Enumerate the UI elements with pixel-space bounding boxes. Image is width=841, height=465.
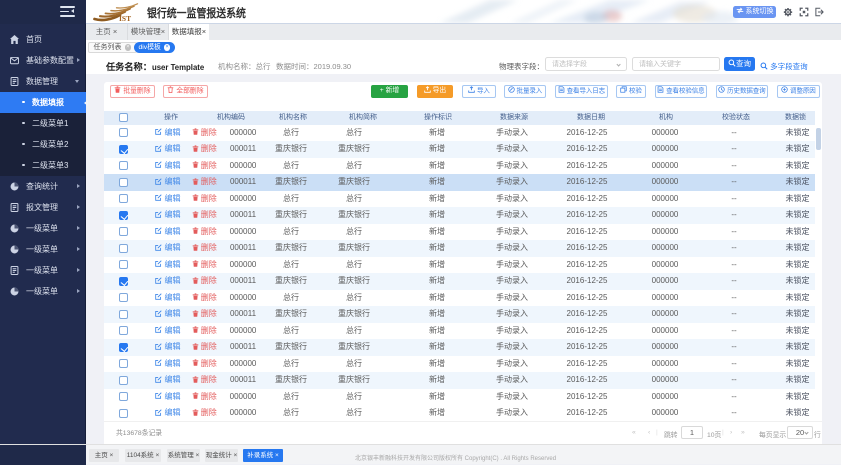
svg-text:IST: IST	[119, 14, 131, 23]
